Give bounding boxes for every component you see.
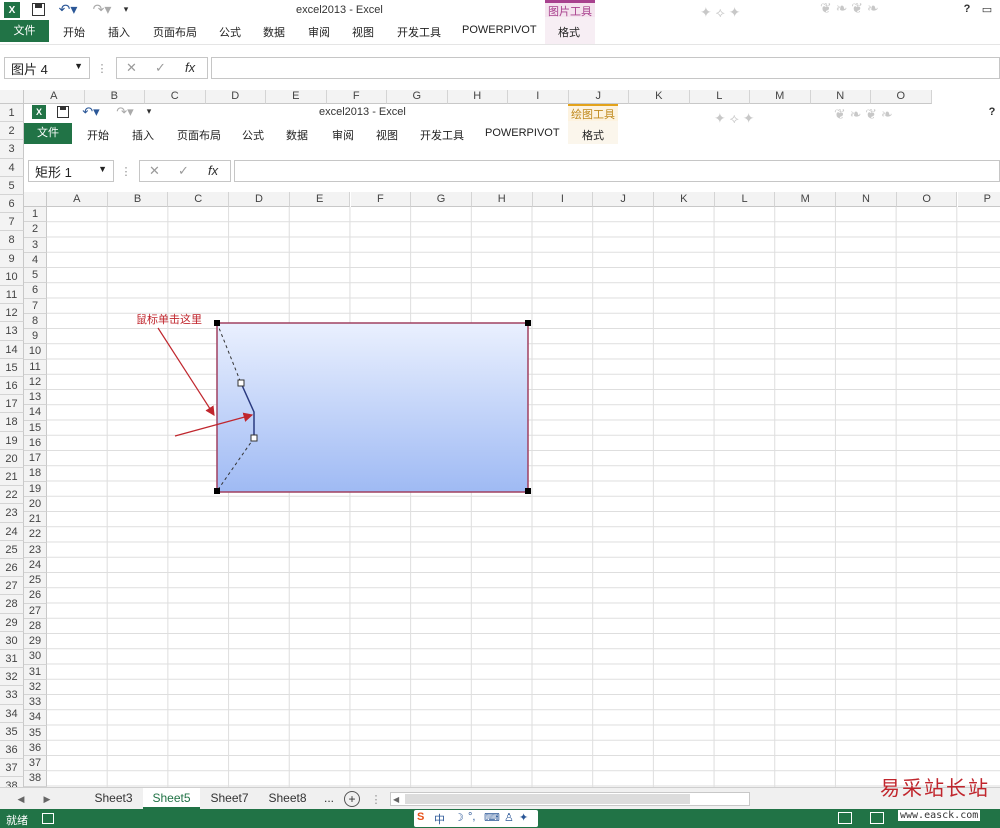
- sheet-tab-bar: ◀ ▶ Sheet3 Sheet5 Sheet7 Sheet8 ... + ⋮ …: [0, 787, 1000, 809]
- more-sheets[interactable]: ...: [318, 788, 340, 809]
- macro-record-icon[interactable]: [42, 813, 54, 824]
- ime-settings-icon[interactable]: ✦: [519, 811, 528, 824]
- sheet-tab[interactable]: Sheet7: [201, 788, 258, 809]
- page: { "outer": { "title": "excel2013 - Excel…: [0, 0, 1000, 828]
- resize-handle[interactable]: [525, 488, 531, 494]
- ime-punct-icon[interactable]: °,: [468, 811, 475, 823]
- scroll-left-icon[interactable]: ◀: [14, 792, 28, 806]
- scroll-left-arrow-icon[interactable]: ◀: [393, 795, 401, 804]
- rectangle-shape[interactable]: [216, 322, 529, 493]
- sheet-tab-active[interactable]: Sheet5: [143, 788, 200, 809]
- shape-overlay: [157, 320, 531, 494]
- vertex-handle[interactable]: [250, 434, 258, 442]
- ime-keyboard-icon[interactable]: ⌨: [484, 811, 500, 824]
- page-layout-view-icon[interactable]: [870, 812, 884, 824]
- annotation-arrow-1: [157, 327, 215, 417]
- watermark-logo: 易采站长站: [880, 776, 990, 800]
- scrollbar-thumb[interactable]: [405, 794, 690, 804]
- annotation-label: 鼠标单击这里: [136, 314, 202, 326]
- sogou-icon[interactable]: S: [417, 811, 424, 823]
- sheet-tab[interactable]: Sheet3: [85, 788, 142, 809]
- normal-view-icon[interactable]: [838, 812, 852, 824]
- sheet-tab[interactable]: Sheet8: [259, 788, 316, 809]
- resize-handle[interactable]: [214, 320, 220, 326]
- watermark-url: www.easck.com: [898, 810, 981, 821]
- ime-user-icon[interactable]: ♙: [504, 811, 514, 824]
- ime-moon-icon[interactable]: ☽: [454, 811, 464, 824]
- add-sheet-icon[interactable]: +: [344, 791, 360, 807]
- status-ready: 就绪: [6, 815, 28, 827]
- resize-handle[interactable]: [525, 320, 531, 326]
- ime-toolbar[interactable]: S 中 ☽ °, ⌨ ♙ ✦: [414, 810, 538, 827]
- horizontal-scrollbar[interactable]: ◀: [390, 792, 750, 806]
- status-bar: 就绪 S 中 ☽ °, ⌨ ♙ ✦: [0, 809, 1000, 828]
- ime-chinese-icon[interactable]: 中: [434, 811, 445, 827]
- resize-handle[interactable]: [214, 488, 220, 494]
- scroll-right-icon[interactable]: ▶: [40, 792, 54, 806]
- vertex-handle[interactable]: [237, 379, 245, 387]
- tab-grip-icon: ⋮: [370, 793, 382, 806]
